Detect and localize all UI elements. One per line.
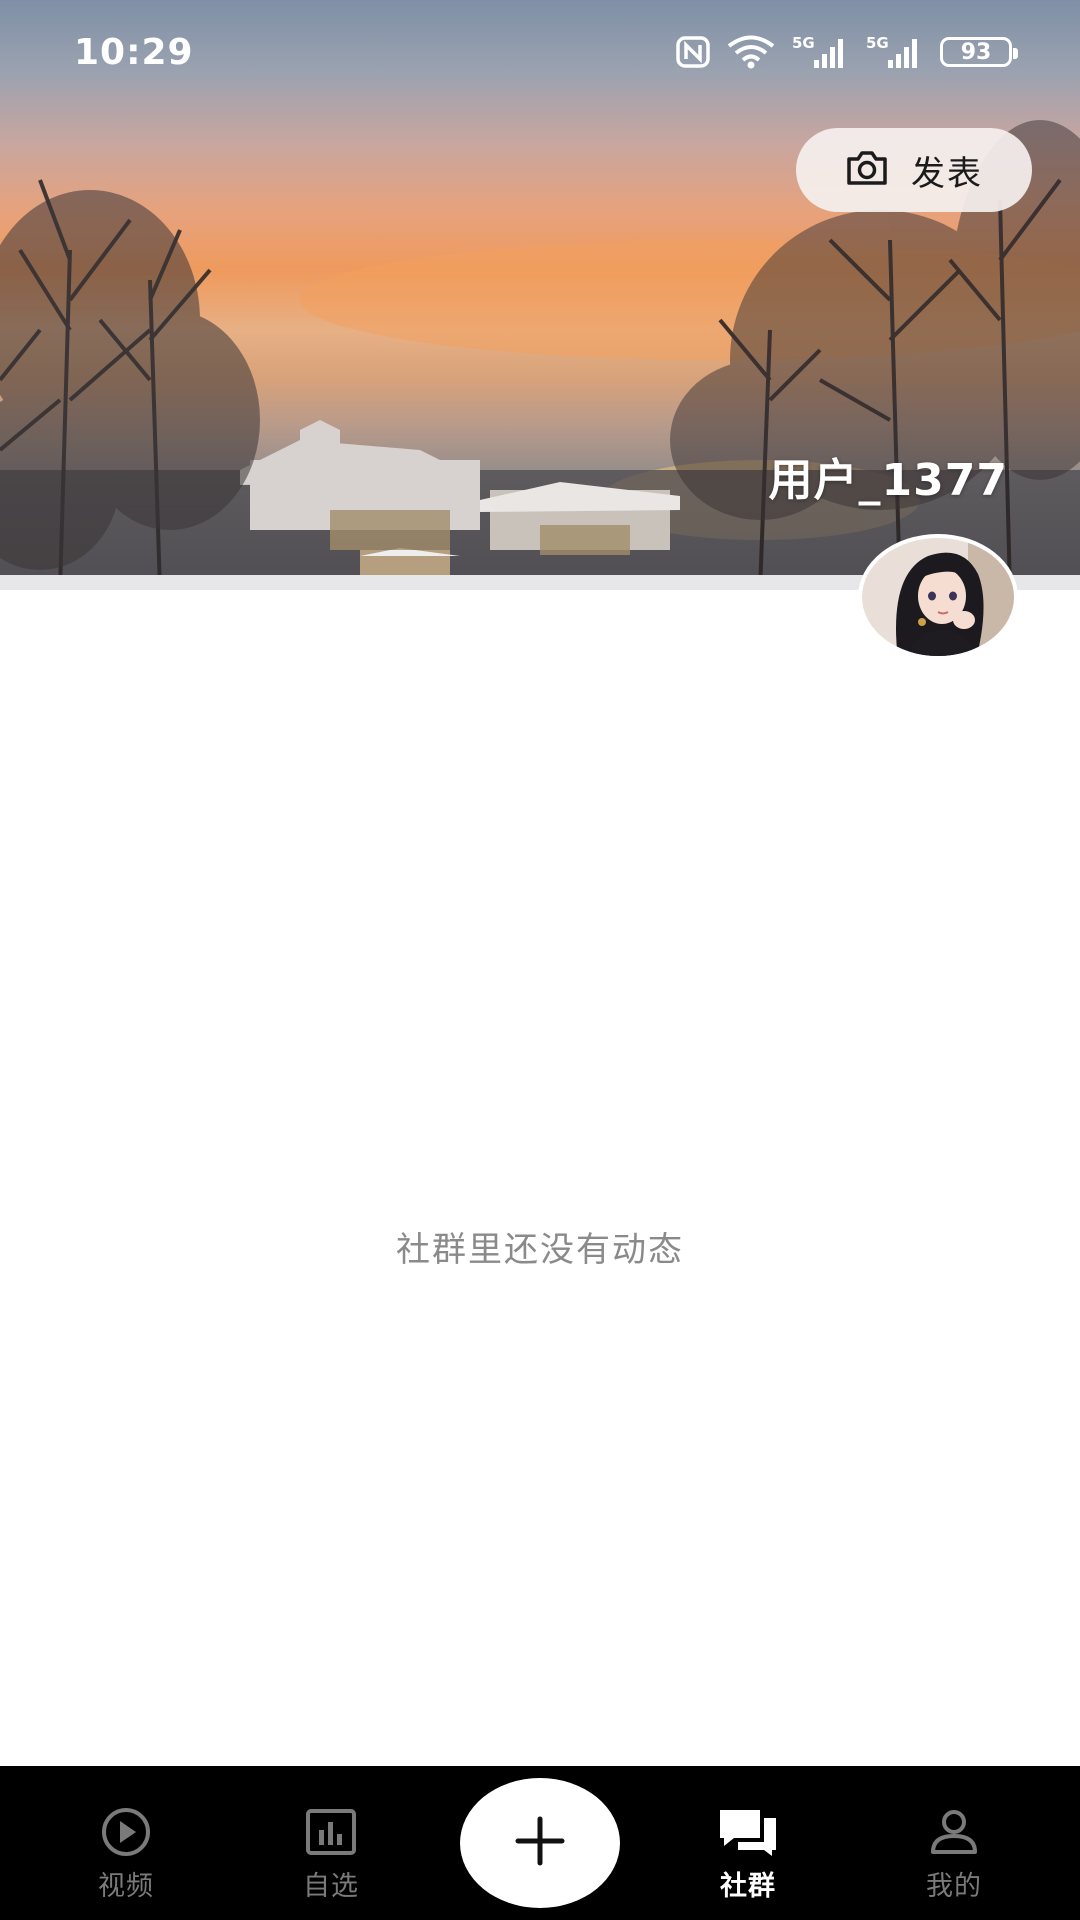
nav-label-community: 社群 (720, 1871, 776, 1902)
status-time: 10:29 (74, 31, 194, 73)
camera-icon (845, 150, 889, 190)
user-name: 用户_1377 (768, 455, 1008, 506)
svg-text:5G: 5G (792, 34, 815, 52)
bar-chart-icon (305, 1806, 357, 1858)
battery-icon: 93 (940, 37, 1018, 67)
nav-item-profile[interactable]: 我的 (874, 1766, 1034, 1920)
nav-label-profile: 我的 (926, 1871, 982, 1902)
avatar[interactable] (858, 534, 1018, 660)
status-icons: 5G 5G 93 (676, 34, 1018, 70)
add-button[interactable] (460, 1778, 620, 1908)
nav-item-community[interactable]: 社群 (668, 1766, 828, 1920)
person-icon (928, 1806, 980, 1858)
svg-text:5G: 5G (866, 34, 889, 52)
publish-button[interactable]: 发表 (796, 128, 1032, 212)
nav-label-watchlist: 自选 (303, 1871, 359, 1902)
nav-label-video: 视频 (98, 1871, 154, 1902)
plus-icon (514, 1815, 566, 1871)
signal-5g-icon: 5G (866, 34, 924, 70)
nav-item-watchlist[interactable]: 自选 (251, 1766, 411, 1920)
wifi-icon (726, 35, 776, 69)
publish-label: 发表 (911, 153, 983, 194)
signal-5g-icon: 5G (792, 34, 850, 70)
nfc-icon (676, 36, 710, 68)
status-bar: 10:29 5G 5G 93 (0, 0, 1080, 104)
nav-item-video[interactable]: 视频 (46, 1766, 206, 1920)
play-circle-icon (98, 1806, 154, 1858)
empty-state-message: 社群里还没有动态 (396, 1230, 684, 1270)
battery-level: 93 (960, 39, 992, 65)
chat-bubbles-icon (718, 1806, 778, 1858)
